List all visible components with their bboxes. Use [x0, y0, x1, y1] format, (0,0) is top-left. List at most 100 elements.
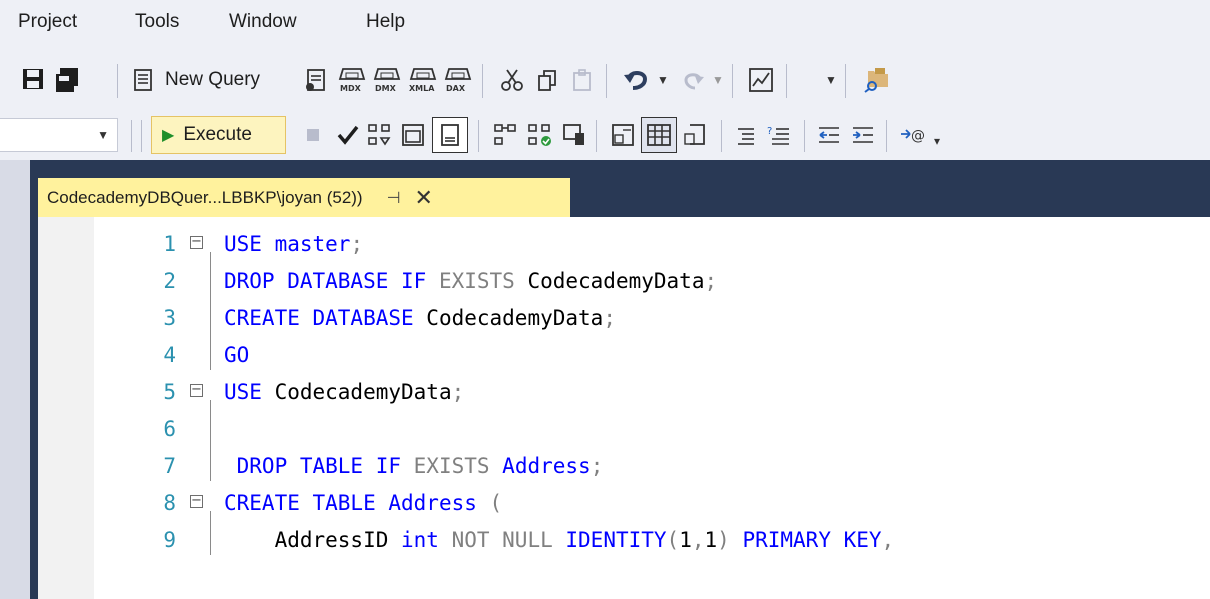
- execute-button[interactable]: ▶ Execute: [151, 116, 286, 154]
- code-line[interactable]: 1− USE master;: [38, 226, 1210, 263]
- include-actual-plan-icon[interactable]: [492, 120, 520, 150]
- code-token: IDENTITY: [565, 528, 667, 552]
- code-token: NOT NULL: [451, 528, 566, 552]
- collapse-outline-icon[interactable]: −: [190, 494, 203, 508]
- toolbar-separator: [845, 64, 846, 98]
- code-token: int: [401, 528, 452, 552]
- redo-dropdown-icon[interactable]: ▼: [710, 70, 726, 90]
- results-to-file-icon[interactable]: [680, 120, 710, 150]
- code-line[interactable]: 7 DROP TABLE IF EXISTS Address;: [38, 448, 1210, 485]
- line-number: 3: [163, 306, 176, 330]
- code-line[interactable]: 2 DROP DATABASE IF EXISTS CodecademyData;: [38, 263, 1210, 300]
- menu-project[interactable]: Project: [18, 11, 77, 33]
- activity-monitor-icon[interactable]: [745, 64, 777, 96]
- toolbar-overflow-icon[interactable]: ▾: [930, 134, 944, 148]
- dax-query-icon[interactable]: DAX: [443, 64, 473, 96]
- code-token: CodecademyData: [527, 269, 705, 293]
- menu-window[interactable]: Window: [229, 11, 297, 33]
- uncomment-lines-icon[interactable]: ?: [764, 120, 794, 150]
- menu-tools[interactable]: Tools: [135, 11, 179, 33]
- query-options-icon[interactable]: [398, 120, 428, 150]
- undo-dropdown-icon[interactable]: ▼: [655, 70, 671, 90]
- code-token: ,: [691, 528, 705, 552]
- code-text: USE master;: [224, 226, 363, 263]
- sql-editor[interactable]: 1− USE master; 2 DROP DATABASE IF EXISTS Co…: [38, 217, 1210, 599]
- code-token: (: [489, 491, 503, 515]
- copy-icon[interactable]: [532, 64, 562, 96]
- find-in-files-icon[interactable]: [860, 62, 894, 96]
- code-token: ;: [603, 306, 616, 330]
- live-query-statistics-icon[interactable]: [526, 120, 554, 150]
- save-all-icon[interactable]: [52, 64, 82, 94]
- toolbar-separator: [131, 120, 132, 152]
- cancel-query-icon[interactable]: [300, 122, 326, 148]
- line-number: 5: [163, 380, 176, 404]
- code-token: ;: [590, 454, 604, 478]
- specify-template-values-icon[interactable]: @: [896, 120, 930, 150]
- comment-out-lines-icon[interactable]: [732, 120, 760, 150]
- results-to-text-icon[interactable]: [608, 120, 638, 150]
- paste-icon[interactable]: [567, 64, 597, 96]
- code-line[interactable]: 5− USE CodecademyData;: [38, 374, 1210, 411]
- available-databases-dropdown[interactable]: ▼: [0, 118, 118, 152]
- collapse-outline-icon[interactable]: −: [190, 383, 203, 397]
- toolbar-separator: [596, 120, 597, 152]
- code-text: DROP TABLE IF EXISTS Address;: [224, 448, 604, 485]
- code-line[interactable]: 9 AddressID int NOT NULL IDENTITY(1,1) P…: [38, 522, 1210, 559]
- line-number: 9: [163, 528, 176, 552]
- outline-guide: [210, 400, 211, 481]
- code-text: GO: [224, 337, 249, 374]
- increase-indent-icon[interactable]: [848, 120, 878, 150]
- code-token: CREATE DATABASE: [224, 306, 427, 330]
- code-token: CodecademyData: [426, 306, 604, 330]
- client-statistics-icon[interactable]: [560, 120, 588, 150]
- line-number: 7: [163, 454, 176, 478]
- decrease-indent-icon[interactable]: [814, 120, 844, 150]
- pin-icon[interactable]: ⊣: [387, 188, 401, 208]
- cut-icon[interactable]: [497, 64, 527, 96]
- code-token: DROP TABLE IF: [224, 454, 414, 478]
- code-token: CodecademyData: [274, 380, 452, 404]
- svg-text:XMLA: XMLA: [409, 84, 435, 93]
- display-estimated-plan-icon[interactable]: [366, 120, 394, 150]
- toolbar-separator: [478, 120, 479, 152]
- code-line[interactable]: 8− CREATE TABLE Address (: [38, 485, 1210, 522]
- outline-guide: [210, 252, 211, 370]
- xmla-query-icon[interactable]: XMLA: [407, 64, 439, 96]
- mdx-query-icon[interactable]: MDX: [337, 64, 367, 96]
- new-query-button[interactable]: New Query: [131, 67, 260, 93]
- results-to-grid-icon[interactable]: [641, 117, 677, 153]
- solution-config-dropdown-icon[interactable]: ▼: [823, 70, 839, 90]
- code-token: 1: [704, 528, 718, 552]
- code-token: master: [274, 232, 351, 256]
- svg-text:?: ?: [767, 126, 772, 137]
- line-number: 6: [163, 417, 176, 441]
- save-icon[interactable]: [18, 64, 48, 94]
- dmx-query-icon[interactable]: DMX: [372, 64, 402, 96]
- code-token: USE: [224, 232, 275, 256]
- menu-help[interactable]: Help: [366, 11, 405, 33]
- code-text: DROP DATABASE IF EXISTS CodecademyData;: [224, 263, 717, 300]
- collapse-outline-icon[interactable]: −: [190, 235, 203, 249]
- line-number: 2: [163, 269, 176, 293]
- toolbar-separator: [786, 64, 787, 98]
- code-token: (: [666, 528, 680, 552]
- database-engine-query-icon[interactable]: [301, 64, 331, 96]
- code-line[interactable]: 4 GO: [38, 337, 1210, 374]
- code-token: EXISTS: [413, 454, 503, 478]
- new-query-label: New Query: [165, 69, 261, 90]
- close-icon[interactable]: ✕: [415, 185, 433, 211]
- toolbar-separator: [886, 120, 887, 152]
- query-document-tab[interactable]: CodecademyDBQuer...LBBKP\joyan (52)) ⊣ ✕: [38, 178, 570, 217]
- toolbar-separator: [606, 64, 607, 98]
- intellisense-enabled-icon[interactable]: [432, 117, 468, 153]
- line-number: 1: [163, 232, 176, 256]
- new-query-icon: [134, 69, 152, 91]
- redo-icon[interactable]: [678, 64, 708, 96]
- code-line[interactable]: 3 CREATE DATABASE CodecademyData;: [38, 300, 1210, 337]
- parse-checkmark-icon[interactable]: [334, 120, 362, 150]
- undo-icon[interactable]: [621, 62, 653, 96]
- code-token: GO: [224, 343, 250, 367]
- toolbar-separator: [732, 64, 733, 98]
- code-line[interactable]: 6: [38, 411, 1210, 448]
